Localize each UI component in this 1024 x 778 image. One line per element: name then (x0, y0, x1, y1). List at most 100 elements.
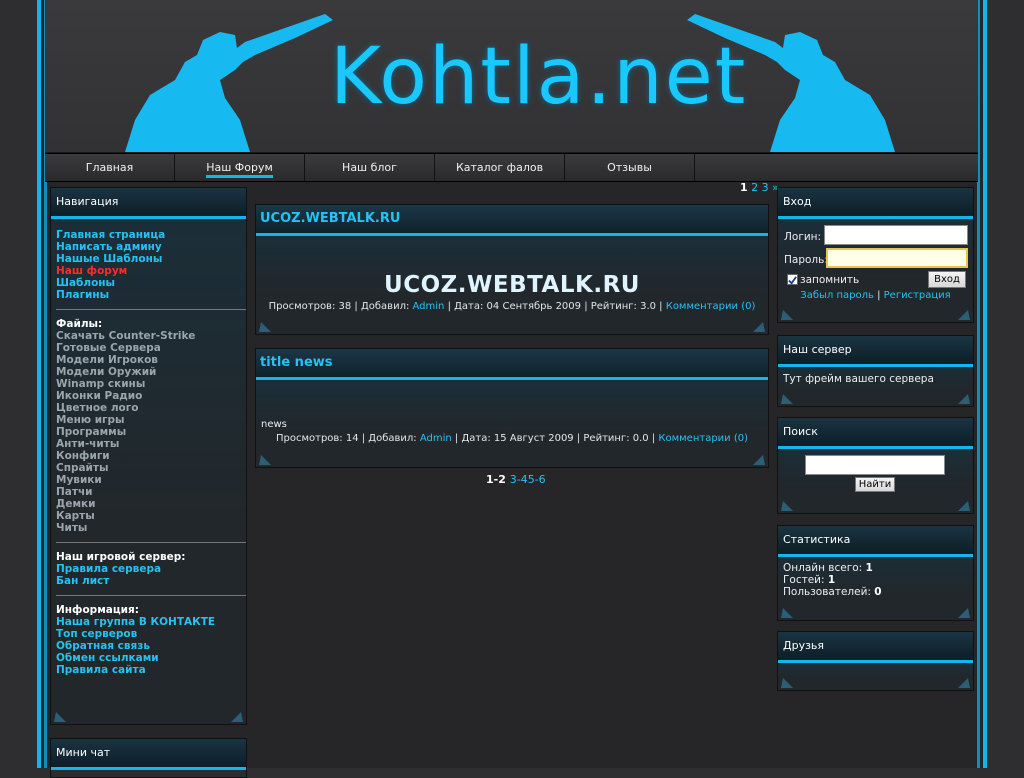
search-button[interactable]: Найти (855, 477, 895, 492)
sidebar-link[interactable]: Читы (56, 522, 246, 534)
sidebar-link[interactable]: Спрайты (56, 462, 246, 474)
sidebar-link[interactable]: Модели Игроков (56, 354, 246, 366)
pager-top: 1 2 3 » (740, 181, 779, 194)
stat-online: Онлайн всего: 1 (783, 562, 873, 574)
sidebar-link[interactable]: Бан лист (56, 575, 246, 587)
files-section-title: Файлы: (56, 318, 103, 330)
stat-label: Пользователей: (783, 586, 875, 598)
sidebar-link[interactable]: Наш форум (56, 265, 246, 277)
password-input[interactable] (826, 248, 968, 268)
nav-home[interactable]: Главная (45, 154, 175, 181)
mini-chat-block: Мини чат (50, 738, 247, 778)
sidebar-link[interactable]: Карты (56, 510, 246, 522)
corner-decoration-icon (259, 455, 271, 465)
sidebar-link[interactable]: Цветное лого (56, 402, 246, 414)
search-body: Найти (778, 449, 973, 513)
sidebar-link[interactable]: Мувики (56, 474, 246, 486)
sidebar-link[interactable]: Меню игры (56, 414, 246, 426)
author-link[interactable]: Admin (413, 301, 445, 312)
sidebar-link[interactable]: Правила сайта (56, 664, 246, 676)
author-link[interactable]: Admin (420, 433, 452, 444)
news-body: news Просмотров: 14 | Добавил: Admin | Д… (256, 380, 768, 467)
divider (56, 309, 246, 310)
block-title: Мини чат (51, 739, 246, 770)
pager-link-3[interactable]: 3 (762, 181, 769, 194)
sidebar-link[interactable]: Иконки Радио (56, 390, 246, 402)
friends-body (778, 663, 973, 690)
info-section-title: Информация: (56, 604, 139, 616)
nav-blog[interactable]: Наш блог (305, 154, 435, 181)
nav-label: Наш блог (342, 161, 397, 174)
pager-link-2[interactable]: 2 (751, 181, 758, 194)
sidebar-link[interactable]: Обмен ссылками (56, 652, 246, 664)
sidebar-link[interactable]: Патчи (56, 486, 246, 498)
sidebar-link[interactable]: Winamp скины (56, 378, 246, 390)
nav-label: Отзывы (607, 161, 652, 174)
corner-decoration-icon (958, 501, 970, 511)
corner-decoration-icon (781, 310, 793, 320)
top-nav: Главная Наш Форум Наш блог Каталог фалов… (45, 153, 978, 182)
sidebar-link[interactable]: Главная страница (56, 229, 246, 241)
sidebar-link[interactable]: Правила сервера (56, 563, 246, 575)
news-meta: Просмотров: 14 | Добавил: Admin | Дата: … (256, 433, 768, 444)
comments-link[interactable]: Комментарии (0) (658, 433, 748, 444)
sidebar-link[interactable]: Скачать Counter-Strike (56, 330, 246, 342)
register-link[interactable]: Регистрация (884, 290, 951, 301)
sidebar-link[interactable]: Анти-читы (56, 438, 246, 450)
corner-decoration-icon (958, 678, 970, 688)
nav-catalog[interactable]: Каталог фалов (435, 154, 565, 181)
meta-text: | Дата: 15 Август 2009 | Рейтинг: 0.0 | (451, 433, 659, 444)
sidebar-link[interactable]: Наша группа В КОНТАКТЕ (56, 616, 246, 628)
corner-decoration-icon (958, 310, 970, 320)
stat-guests: Гостей: 1 (783, 574, 835, 586)
sidebar-link[interactable]: Программы (56, 426, 246, 438)
block-title: Статистика (778, 526, 973, 557)
login-links: Забыл пароль | Регистрация (778, 290, 973, 301)
nav-label: Наш Форум (206, 161, 273, 178)
remember-checkbox[interactable] (787, 274, 798, 285)
block-title: Наш сервер (778, 336, 973, 367)
corner-decoration-icon (54, 712, 66, 722)
pager-current: 1-2 (486, 473, 506, 486)
corner-decoration-icon (781, 678, 793, 688)
sidebar-link[interactable]: Модели Оружий (56, 366, 246, 378)
search-block: Поиск Найти (777, 417, 974, 514)
pager-bottom: 1-2 3-45-6 (486, 473, 546, 486)
login-input[interactable] (824, 225, 968, 245)
stat-value: 1 (865, 562, 873, 574)
nav-forum[interactable]: Наш Форум (175, 154, 305, 181)
sidebar-link[interactable]: Нашые Шаблоны (56, 253, 246, 265)
divider (56, 542, 246, 543)
sidebar-link[interactable]: Написать админу (56, 241, 246, 253)
sidebar-link[interactable]: Шаблоны (56, 277, 246, 289)
sidebar-link[interactable]: Топ серверов (56, 628, 246, 640)
sidebar-link[interactable]: Готовые Сервера (56, 342, 246, 354)
separator: | (877, 290, 881, 301)
login-submit-button[interactable]: Вход (928, 271, 966, 288)
pager-link-5-6[interactable]: 5-6 (528, 473, 546, 486)
navigation-block: Навигация Главная страница Написать админ… (50, 187, 247, 725)
corner-decoration-icon (231, 712, 243, 722)
sidebar-link[interactable]: Обратная связь (56, 640, 246, 652)
block-title: Друзья (778, 632, 973, 663)
news-item: title news news Просмотров: 14 | Добавил… (255, 348, 769, 468)
server-body: Тут фрейм вашего сервера (778, 367, 973, 406)
checkmark-icon (788, 276, 797, 285)
server-section-title: Наш игровой сервер: (56, 551, 186, 563)
comments-link[interactable]: Комментарии (0) (666, 301, 756, 312)
news-banner-text: UCOZ.WEBTALK.RU (384, 272, 640, 298)
sniper-silhouette-right-icon (687, 14, 895, 152)
forgot-password-link[interactable]: Забыл пароль (800, 290, 874, 301)
stat-users: Пользователей: 0 (783, 586, 882, 598)
search-input[interactable] (805, 455, 945, 475)
sidebar-link[interactable]: Плагины (56, 289, 246, 301)
nav-reviews[interactable]: Отзывы (565, 154, 695, 181)
corner-decoration-icon (958, 394, 970, 404)
pager-link-3-4[interactable]: 3-4 (510, 473, 528, 486)
news-title[interactable]: UCOZ.WEBTALK.RU (256, 205, 768, 236)
site-header: Kohtla.net (45, 0, 978, 153)
stats-block: Статистика Онлайн всего: 1 Гостей: 1 Пол… (777, 525, 974, 621)
sidebar-link[interactable]: Конфиги (56, 450, 246, 462)
sidebar-link[interactable]: Демки (56, 498, 246, 510)
news-title[interactable]: title news (256, 349, 768, 380)
